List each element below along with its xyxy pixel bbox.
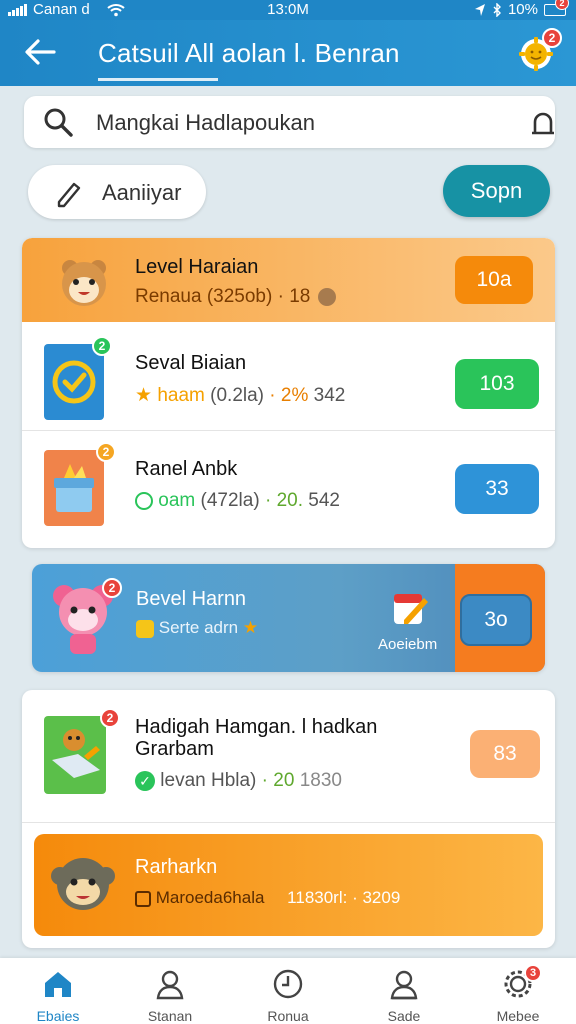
list-card: 2 Bevel Harnn Serte adrn ★ Aoeiebm 3o (32, 564, 545, 672)
search-input[interactable]: Mangkai Hadlapoukan (96, 110, 315, 136)
clock-icon (273, 969, 303, 999)
item-badge: 2 (96, 442, 116, 462)
item-value-pill[interactable]: 3o (460, 594, 532, 646)
shield-check-icon (136, 619, 154, 638)
item-value-pill[interactable]: 103 (455, 359, 539, 409)
sort-button[interactable]: Sopn (443, 165, 550, 217)
list-item[interactable]: Level Haraian Renaua (325ob) · 18 10a (22, 238, 555, 322)
item-title: Level Haraian (135, 256, 259, 278)
list-item[interactable]: 2 Hadigah Hamgan. l hadkan Grarbam ✓ lev… (22, 690, 555, 820)
item-subtitle-text: Maroeda6hala (155, 888, 265, 907)
gift-box-icon: 2 (44, 442, 116, 526)
app-bar: Catsuil All aolan l. Benran 2 (0, 20, 576, 86)
item-subtitle: oam (472la) · 20. 542 (135, 490, 340, 512)
nav-label: Sade (387, 1008, 421, 1024)
item-value-pill[interactable]: 33 (455, 464, 539, 514)
item-title: Rarharkn (135, 856, 218, 878)
page-title: Catsuil All aolan l. Benran (98, 38, 400, 68)
pencil-icon (57, 182, 81, 208)
token-icon (135, 890, 151, 907)
list-card: Level Haraian Renaua (325ob) · 18 10a 2 … (22, 238, 555, 548)
item-subtitle-text: Serte adrn (158, 618, 239, 637)
search-bar[interactable]: Mangkai Hadlapoukan (24, 96, 555, 148)
search-icon (44, 108, 73, 137)
row-divider (22, 822, 555, 823)
user-icon (156, 970, 184, 1000)
profile-icon (390, 970, 418, 1000)
item-subtitle-c: · 20 (261, 770, 295, 791)
item-value-pill[interactable]: 10a (455, 256, 533, 304)
item-subtitle-b: (472la) (200, 490, 260, 511)
row-divider (22, 430, 555, 431)
battery-level: 10% (507, 1, 538, 18)
nav-label: Mebee (496, 1008, 540, 1024)
check-badge-icon: 2 (44, 336, 112, 420)
item-subtitle-d: 542 (308, 490, 340, 511)
settings-button[interactable]: 2 (514, 28, 562, 74)
star-icon: ★ (135, 385, 153, 406)
filter-button[interactable]: Aaniiyar (28, 165, 206, 219)
item-subtitle: Maroeda6hala 11830rl: · 3209 (135, 888, 400, 908)
hamster-book-icon: 2 (44, 708, 120, 794)
home-icon (45, 972, 71, 997)
filter-label: Aaniiyar (102, 180, 182, 205)
location-icon (474, 3, 485, 16)
monkey-avatar-icon (51, 858, 115, 910)
status-bar: Canan d 13:0M 10% 2 (0, 0, 576, 20)
item-subtitle: ★ haam (0.2la) · 2% 342 (135, 384, 345, 407)
item-subtitle-d: 1830 (299, 770, 342, 791)
item-subtitle-a: oam (158, 490, 196, 511)
token-icon (135, 491, 153, 510)
item-title: Hadigah Hamgan. l hadkan (135, 716, 378, 738)
bottom-nav: Ebaies Stanan Ronua Sade 3 Mebee (0, 958, 576, 1024)
item-title-line2: Grarbam (135, 738, 214, 760)
item-subtitle: ✓ levan Hbla) · 20 1830 (135, 770, 342, 792)
list-item[interactable]: Rarharkn Maroeda6hala 11830rl: · 3209 (34, 834, 543, 936)
item-subtitle-a: haam (157, 385, 205, 406)
edit-note-icon[interactable] (390, 588, 430, 628)
item-subtitle-b: levan Hbla) (160, 770, 257, 791)
nav-item-mebee[interactable]: 3 Mebee (468, 964, 568, 1024)
item-subtitle-text: Renaua (325ob) · 18 (135, 286, 311, 307)
item-badge: 2 (100, 708, 120, 728)
title-underline (98, 78, 218, 81)
item-title: Bevel Harnn (136, 588, 247, 610)
item-subtitle-c: · 2% (269, 385, 309, 406)
nav-item-stanan[interactable]: Stanan (120, 964, 220, 1024)
list-card: 2 Hadigah Hamgan. l hadkan Grarbam ✓ lev… (22, 690, 555, 948)
check-circle-icon: ✓ (135, 770, 155, 791)
item-title: Ranel Anbk (135, 458, 238, 480)
item-side-label: Aoeiebm (378, 636, 438, 653)
item-subtitle-c: · 20. (264, 490, 303, 511)
list-item[interactable]: 2 Bevel Harnn Serte adrn ★ Aoeiebm 3o (32, 564, 545, 672)
nav-badge: 3 (524, 964, 542, 982)
bell-icon[interactable] (526, 106, 560, 140)
bluetooth-icon (493, 2, 501, 17)
item-badge: 2 (102, 578, 122, 598)
star-icon: ★ (242, 618, 259, 637)
battery-icon: 2 (544, 0, 569, 16)
item-badge: 2 (92, 336, 112, 356)
nav-label: Stanan (147, 1008, 193, 1024)
item-value-pill[interactable]: 83 (470, 730, 540, 778)
item-subtitle: Serte adrn ★ (136, 618, 258, 638)
item-subtitle-d: 342 (313, 385, 346, 406)
hamster-mini-icon (317, 287, 336, 306)
nav-label: Ronua (267, 1008, 309, 1024)
list-item[interactable]: 2 Seval Biaian ★ haam (0.2la) · 2% 342 1… (22, 330, 555, 430)
item-extra: 11830rl: · 3209 (287, 888, 401, 907)
nav-item-sade[interactable]: Sade (354, 964, 454, 1024)
back-arrow-icon[interactable] (22, 34, 58, 70)
item-subtitle-b: (0.2la) (210, 385, 264, 406)
nav-item-home[interactable]: Ebaies (8, 964, 108, 1024)
nav-item-ronua[interactable]: Ronua (238, 964, 338, 1024)
hamster-avatar-icon (62, 260, 106, 306)
header-notification-badge: 2 (542, 28, 562, 48)
item-title: Seval Biaian (135, 352, 247, 374)
item-subtitle: Renaua (325ob) · 18 (135, 286, 336, 308)
list-item[interactable]: 2 Ranel Anbk oam (472la) · 20. 542 33 (22, 434, 555, 544)
nav-label: Ebaies (36, 1008, 80, 1024)
